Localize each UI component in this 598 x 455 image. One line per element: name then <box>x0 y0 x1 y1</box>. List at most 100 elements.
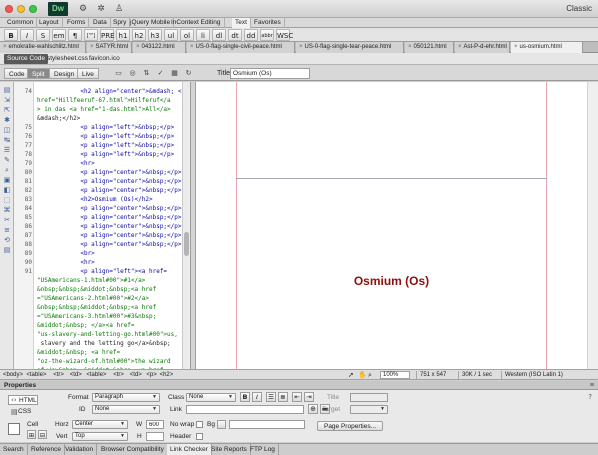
document-tab[interactable]: × US-0-flag-single-tear-peace.html <box>296 42 404 53</box>
text-tool-13-button[interactable]: dl <box>212 29 226 41</box>
code-view[interactable]: 74 75 76 77 78 79 80 81 82 83 84 85 86 87 88 89 90 91 <h2… <box>14 82 182 369</box>
link-input[interactable] <box>186 405 304 414</box>
insert-tab-forms[interactable]: Forms <box>64 18 90 28</box>
zoom-tool-icon[interactable]: ⌕ <box>368 370 372 380</box>
outdent-button[interactable]: ⇤ <box>292 392 302 402</box>
recent-snippets-icon[interactable]: ▤ <box>2 246 12 255</box>
text-tool-15-button[interactable]: dd <box>244 29 258 41</box>
text-tool-4-button[interactable]: ¶ <box>68 29 82 41</box>
preview-browser-icon[interactable]: ◎ <box>126 68 139 79</box>
select-parent-icon[interactable]: ◫ <box>2 126 12 135</box>
syntax-error-icon[interactable]: ⌕ <box>2 166 12 175</box>
code-scrollbar[interactable] <box>182 82 190 369</box>
related-file-1[interactable]: stylesheet.css <box>44 53 91 65</box>
page-title-input[interactable] <box>230 68 310 79</box>
document-tab[interactable]: × 050121.html <box>405 42 454 53</box>
workspace-switcher[interactable]: Classic <box>566 4 592 13</box>
panel-tab-ftp-log[interactable]: FTP Log <box>247 444 279 455</box>
document-tab[interactable]: × us-osmium.html <box>511 42 583 53</box>
text-tool-10-button[interactable]: ul <box>164 29 178 41</box>
document-tab[interactable]: × emokratie-wahlschlitz.html <box>0 42 86 53</box>
tag-selector-item[interactable]: <tr> <box>53 370 64 380</box>
open-documents-icon[interactable]: ▤ <box>2 86 12 95</box>
insert-tab-data[interactable]: Data <box>90 18 111 28</box>
document-tab[interactable]: × Ast-P-d-ehr.html <box>455 42 510 53</box>
file-management-icon[interactable]: ⇅ <box>140 68 153 79</box>
design-heading[interactable]: Osmium (Os) <box>236 274 547 288</box>
live-view-button[interactable]: Live <box>77 68 99 79</box>
panel-tab-validation[interactable]: Validation <box>62 444 98 455</box>
word-wrap-icon[interactable]: ▣ <box>2 176 12 185</box>
insert-tab-incontext-editing[interactable]: InContext Editing <box>168 18 225 28</box>
balance-braces-icon[interactable]: ↹ <box>2 136 12 145</box>
format-select[interactable]: Paragraph ▼ <box>92 393 160 402</box>
collapse-tag-icon[interactable]: ⇲ <box>2 96 12 105</box>
close-tab-icon[interactable]: × <box>458 44 462 50</box>
document-tab[interactable]: × US-0-flag-single-civil-peace.html <box>187 42 295 53</box>
tag-selector-item[interactable]: <td> <box>130 370 142 380</box>
properties-panel-header[interactable]: Properties ≡ <box>0 381 598 390</box>
target-select[interactable]: ▼ <box>350 405 388 414</box>
bg-color-input[interactable] <box>229 420 305 429</box>
id-select[interactable]: None ▼ <box>92 405 160 414</box>
panel-tab-site-reports[interactable]: Site Reports <box>208 444 251 455</box>
ordered-list-button[interactable]: ≣ <box>278 392 288 402</box>
maximize-window-button[interactable] <box>29 5 37 13</box>
expand-all-icon[interactable]: ✱ <box>2 116 12 125</box>
wrap-tag-icon[interactable]: ⟲ <box>2 236 12 245</box>
tag-selector-item[interactable]: <h2> <box>160 370 174 380</box>
vert-select[interactable]: Top ▼ <box>72 432 128 441</box>
help-icon[interactable]: ? <box>588 393 592 401</box>
tag-selector-item[interactable]: <p> <box>146 370 156 380</box>
remove-comment-icon[interactable]: ≡ <box>2 226 12 235</box>
design-scrollbar[interactable] <box>587 82 598 369</box>
header-checkbox[interactable] <box>196 433 203 440</box>
tag-selector-item[interactable]: <tr> <box>113 370 124 380</box>
design-view-button[interactable]: Design <box>49 68 80 79</box>
indent-button[interactable]: ⇥ <box>304 392 314 402</box>
text-tool-12-button[interactable]: li <box>196 29 210 41</box>
apply-comment-icon[interactable]: ✂ <box>2 216 12 225</box>
user-icon[interactable]: ♙ <box>110 3 128 15</box>
text-tool-17-button[interactable]: WSC <box>276 29 293 41</box>
close-tab-icon[interactable]: × <box>3 44 7 50</box>
height-input[interactable] <box>146 432 164 441</box>
zoom-select[interactable]: 100% <box>380 371 410 379</box>
text-tool-9-button[interactable]: h3 <box>148 29 162 41</box>
horz-select[interactable]: Center ▼ <box>72 420 128 429</box>
close-tab-icon[interactable]: × <box>299 44 303 50</box>
refresh-design-icon[interactable]: ↻ <box>182 68 195 79</box>
close-tab-icon[interactable]: × <box>408 44 412 50</box>
split-view-button[interactable]: Split <box>27 68 50 79</box>
panel-menu-icon[interactable]: ≡ <box>590 381 594 390</box>
tag-selector-item[interactable]: <body> <box>3 370 23 380</box>
hand-tool-icon[interactable]: ✋ <box>358 370 367 380</box>
text-tool-5-button[interactable]: [""] <box>84 29 98 41</box>
insert-tab-text[interactable]: Text <box>232 18 251 28</box>
text-tool-3-button[interactable]: em <box>52 29 66 41</box>
document-tab[interactable]: × SATYR.html <box>87 42 132 53</box>
close-tab-icon[interactable]: × <box>190 44 194 50</box>
panel-tab-browser-compatibility[interactable]: Browser Compatibility <box>98 444 168 455</box>
close-tab-icon[interactable]: × <box>90 44 94 50</box>
text-tool-6-button[interactable]: PRE <box>100 29 115 41</box>
merge-cells-icon[interactable]: ⊞ <box>27 430 36 439</box>
gear-icon[interactable]: ✲ <box>92 3 110 15</box>
point-to-file-icon[interactable]: ⊕ <box>308 404 318 414</box>
tag-selector-item[interactable]: <table> <box>86 370 106 380</box>
italic-button[interactable]: I <box>252 392 262 402</box>
panel-tab-reference[interactable]: Reference <box>28 444 65 455</box>
code-scrollbar-thumb[interactable] <box>184 232 189 256</box>
code-view-button[interactable]: Code <box>4 68 30 79</box>
text-tool-1-button[interactable]: I <box>20 29 34 41</box>
sync-settings-icon[interactable]: ⚙ <box>74 3 92 15</box>
page-properties-button[interactable]: Page Properties... <box>317 421 383 431</box>
document-tab[interactable]: × 043122.html <box>133 42 186 53</box>
close-tab-icon[interactable]: × <box>514 44 518 50</box>
minimize-window-button[interactable] <box>17 5 25 13</box>
text-tool-2-button[interactable]: S <box>36 29 50 41</box>
related-file-0[interactable]: Source Code <box>4 54 48 64</box>
panel-tab-search[interactable]: Search <box>0 444 28 455</box>
design-view[interactable]: Osmium (Os) <box>196 82 598 369</box>
collapse-selection-icon[interactable]: ⇱ <box>2 106 12 115</box>
